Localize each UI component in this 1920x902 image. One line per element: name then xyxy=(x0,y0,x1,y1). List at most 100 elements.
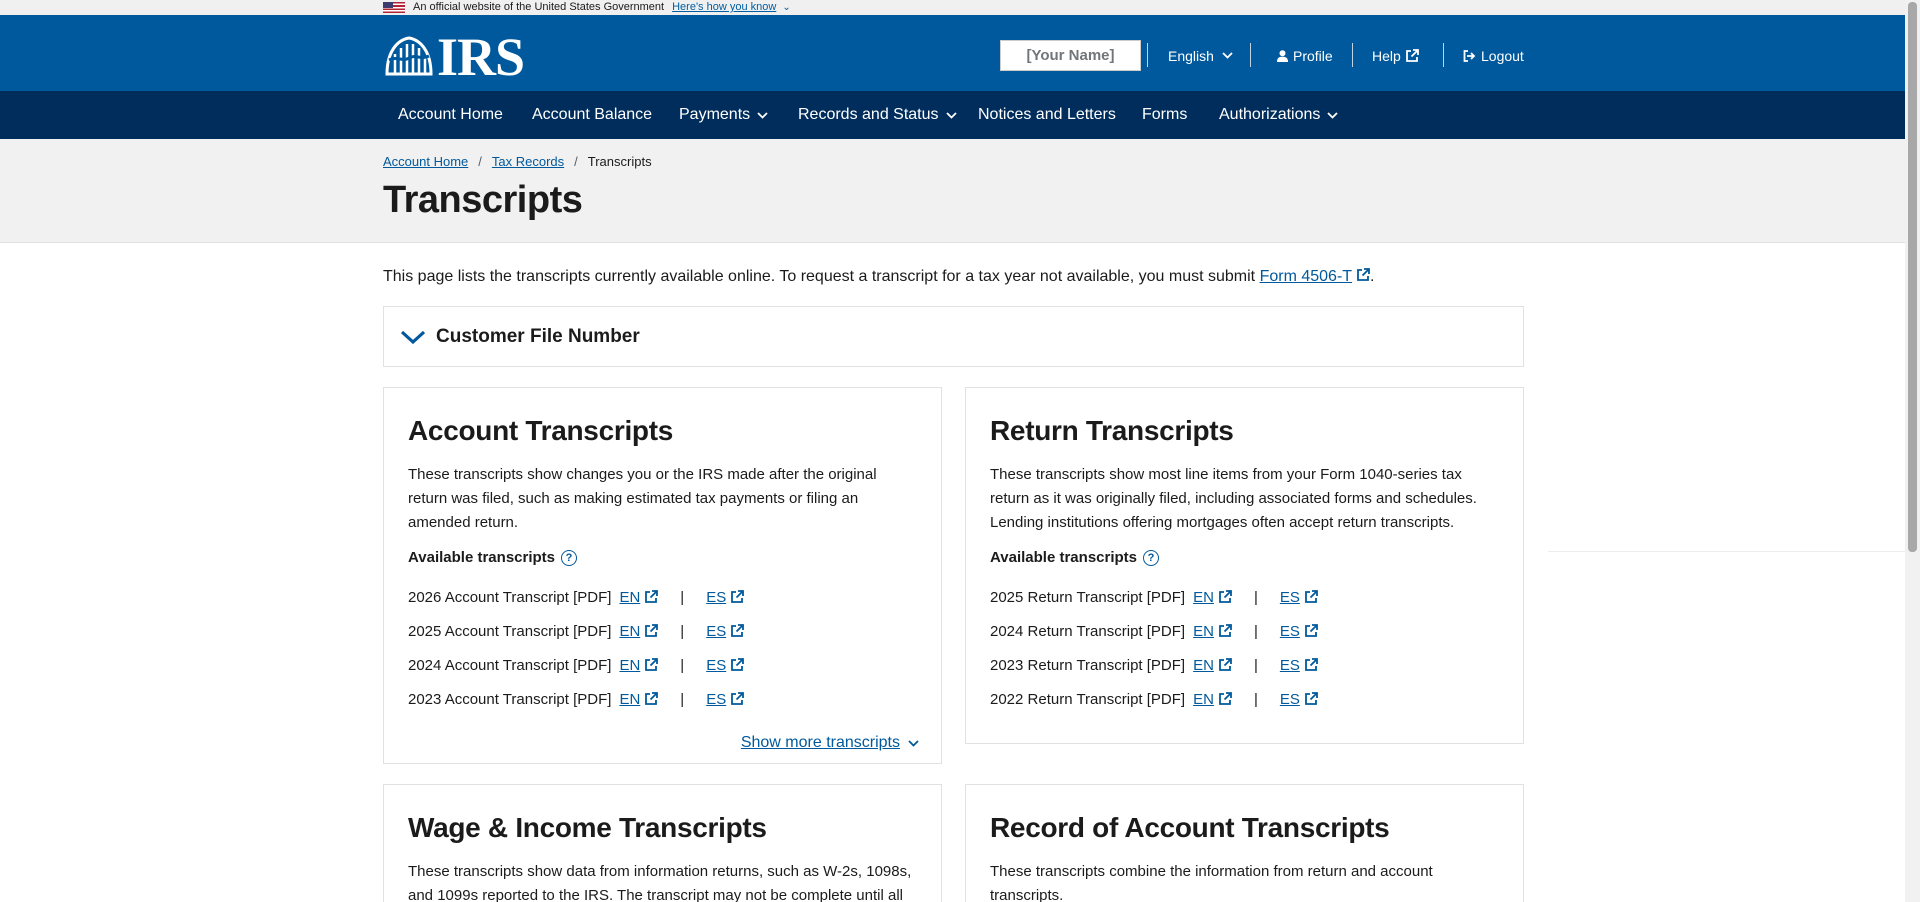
es-label: ES xyxy=(1279,622,1300,640)
external-link-icon xyxy=(1304,590,1318,603)
en-label: EN xyxy=(619,622,641,640)
es-label: ES xyxy=(706,656,727,674)
breadcrumb-account-home[interactable]: Account Home xyxy=(383,154,468,169)
profile-link[interactable]: Profile xyxy=(1277,40,1333,71)
header-divider xyxy=(1443,43,1444,67)
transcript-row: 2022 Return Transcript [PDF] EN | ES xyxy=(990,687,1318,711)
nav-label: Payments xyxy=(679,106,751,123)
nav-records-and-status[interactable]: Records and Status xyxy=(798,91,957,139)
nav-notices-and-letters[interactable]: Notices and Letters xyxy=(978,91,1116,139)
link-divider: | xyxy=(1253,690,1258,708)
external-link-icon xyxy=(731,624,745,637)
eagle-logo-icon xyxy=(385,36,433,76)
irs-logo[interactable]: IRS xyxy=(383,30,525,84)
external-link-icon xyxy=(731,658,745,671)
transcript-en-link[interactable]: EN xyxy=(1193,623,1232,640)
header-divider xyxy=(1147,43,1148,67)
logout-label: Logout xyxy=(1481,47,1524,64)
card-title: Account Transcripts xyxy=(408,415,674,446)
es-label: ES xyxy=(1279,588,1300,606)
divider-line xyxy=(1548,551,1905,552)
language-selector[interactable]: English xyxy=(1168,40,1233,71)
nav-account-home[interactable]: Account Home xyxy=(398,91,503,139)
main-nav: Account Home Account Balance Payments Re… xyxy=(0,91,1905,139)
page-scrollbar[interactable] xyxy=(1905,0,1920,902)
language-label: English xyxy=(1168,47,1214,64)
show-more-transcripts-link[interactable]: Show more transcripts xyxy=(741,734,919,752)
user-name-display: [Your Name] xyxy=(1000,40,1141,71)
available-transcripts-label: Available transcripts ? xyxy=(990,549,1160,566)
en-label: EN xyxy=(1193,656,1214,674)
transcript-label: 2024 Return Transcript [PDF] xyxy=(990,622,1186,640)
chevron-down-icon xyxy=(945,111,957,119)
chevron-down-icon xyxy=(400,330,426,344)
form-4506t-link[interactable]: Form 4506-T xyxy=(1260,268,1370,285)
return-transcripts-card: Return Transcripts These transcripts sho… xyxy=(965,387,1524,744)
us-flag-icon xyxy=(383,2,405,13)
nav-label: Account Home xyxy=(398,106,503,123)
user-icon xyxy=(1277,49,1288,62)
transcript-es-link[interactable]: ES xyxy=(1280,589,1318,606)
transcript-en-link[interactable]: EN xyxy=(1193,691,1232,708)
transcript-es-link[interactable]: ES xyxy=(706,691,745,708)
external-link-icon xyxy=(1304,658,1318,671)
chevron-down-icon[interactable]: ⌄ xyxy=(782,2,790,13)
how-you-know-link[interactable]: Here's how you know xyxy=(672,2,776,13)
transcript-row: 2024 Return Transcript [PDF] EN | ES xyxy=(990,619,1318,643)
es-label: ES xyxy=(1279,656,1300,674)
transcript-es-link[interactable]: ES xyxy=(1280,657,1318,674)
transcript-es-link[interactable]: ES xyxy=(1280,623,1318,640)
transcript-label: 2025 Return Transcript [PDF] xyxy=(990,588,1186,606)
logout-link[interactable]: Logout xyxy=(1463,40,1524,71)
transcript-label: 2023 Return Transcript [PDF] xyxy=(990,656,1186,674)
nav-authorizations[interactable]: Authorizations xyxy=(1219,91,1339,139)
nav-forms[interactable]: Forms xyxy=(1142,91,1187,139)
transcript-es-link[interactable]: ES xyxy=(706,623,745,640)
intro-text: This page lists the transcripts currentl… xyxy=(383,268,1260,285)
top-header: IRS [Your Name] English Profile Help Log… xyxy=(0,15,1905,91)
external-link-icon xyxy=(1357,268,1370,281)
breadcrumb: Account Home / Tax Records / Transcripts xyxy=(383,154,652,169)
transcript-row: 2026 Account Transcript [PDF] EN | ES xyxy=(408,585,745,609)
transcript-es-link[interactable]: ES xyxy=(1280,691,1318,708)
en-label: EN xyxy=(619,588,641,606)
link-divider: | xyxy=(1253,656,1258,674)
external-link-icon xyxy=(1219,624,1232,637)
page-hero: Account Home / Tax Records / Transcripts… xyxy=(0,139,1905,243)
transcript-es-link[interactable]: ES xyxy=(706,656,745,674)
link-divider: | xyxy=(1253,588,1258,606)
scrollbar-thumb[interactable] xyxy=(1908,2,1917,552)
header-divider xyxy=(1352,43,1353,67)
external-link-icon xyxy=(1304,692,1318,705)
available-transcripts-label: Available transcripts ? xyxy=(408,549,578,566)
customer-file-number-accordion[interactable]: Customer File Number xyxy=(383,306,1524,367)
chevron-down-icon xyxy=(1327,111,1339,119)
transcript-en-link[interactable]: EN xyxy=(1193,657,1232,674)
chevron-down-icon xyxy=(1222,52,1233,59)
card-title: Record of Account Transcripts xyxy=(990,812,1390,843)
transcript-en-link[interactable]: EN xyxy=(619,657,659,674)
link-divider: | xyxy=(680,690,685,708)
transcript-es-link[interactable]: ES xyxy=(706,589,745,606)
page-title: Transcripts xyxy=(383,179,583,221)
help-circle-icon[interactable]: ? xyxy=(561,549,578,566)
transcript-row: 2025 Account Transcript [PDF] EN | ES xyxy=(408,619,745,643)
help-circle-icon[interactable]: ? xyxy=(1143,549,1160,566)
breadcrumb-tax-records[interactable]: Tax Records xyxy=(492,154,564,169)
transcript-en-link[interactable]: EN xyxy=(1193,589,1232,606)
es-label: ES xyxy=(1279,690,1300,708)
record-of-account-transcripts-card: Record of Account Transcripts These tran… xyxy=(965,784,1524,902)
transcript-row: 2025 Return Transcript [PDF] EN | ES xyxy=(990,585,1318,609)
help-label: Help xyxy=(1372,47,1401,64)
transcript-en-link[interactable]: EN xyxy=(619,588,659,606)
transcript-label: 2026 Account Transcript [PDF] xyxy=(408,588,612,606)
en-label: EN xyxy=(619,690,641,708)
nav-payments[interactable]: Payments xyxy=(679,91,768,139)
help-link[interactable]: Help xyxy=(1372,40,1419,71)
transcript-row: 2023 Return Transcript [PDF] EN | ES xyxy=(990,653,1318,677)
available-label-text: Available transcripts xyxy=(990,549,1138,566)
en-label: EN xyxy=(1193,622,1214,640)
transcript-en-link[interactable]: EN xyxy=(619,622,659,640)
nav-account-balance[interactable]: Account Balance xyxy=(532,91,652,139)
transcript-en-link[interactable]: EN xyxy=(619,690,659,708)
